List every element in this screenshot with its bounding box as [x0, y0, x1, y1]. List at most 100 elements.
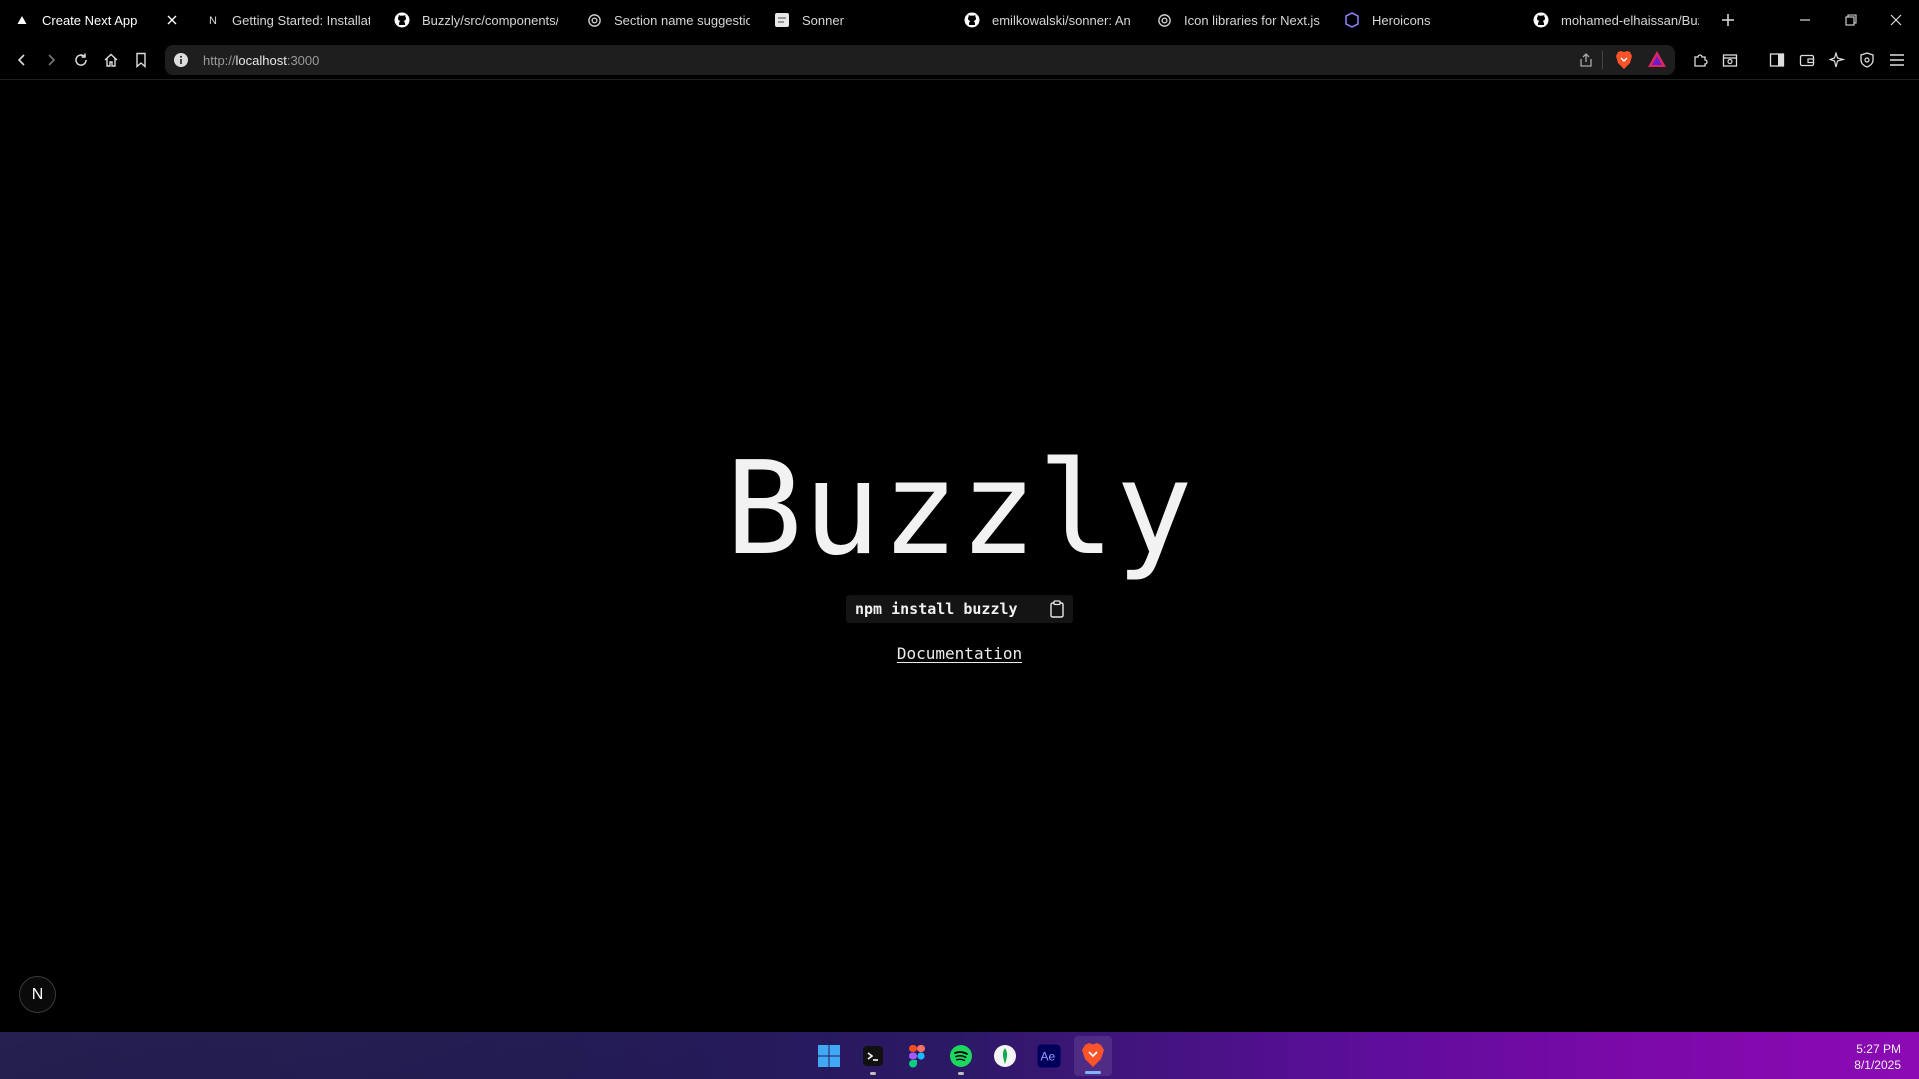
close-window-button[interactable]	[1884, 8, 1908, 32]
leo-ai-button[interactable]	[1825, 48, 1849, 72]
home-icon	[104, 53, 118, 67]
brave-shields-icon[interactable]	[1615, 50, 1633, 75]
omnibox-divider	[1602, 51, 1603, 69]
tab-icon-libraries[interactable]: Icon libraries for Next.js	[1156, 0, 1322, 40]
bookmark-button[interactable]	[129, 48, 153, 72]
chatgpt-icon	[586, 12, 602, 28]
page-title: Buzzly	[725, 435, 1194, 584]
sidebar-button[interactable]	[1765, 48, 1789, 72]
tab-sonner-github[interactable]: emilkowalski/sonner: An o	[964, 0, 1130, 40]
share-icon[interactable]	[1575, 49, 1597, 71]
nextjs-dev-tools-button[interactable]: N	[19, 976, 56, 1013]
spotify-app[interactable]	[947, 1042, 975, 1075]
close-tab-icon[interactable]	[164, 12, 180, 28]
tab-title: Sonner	[802, 12, 844, 28]
tab-create-next-app[interactable]: Create Next App	[14, 0, 182, 40]
url-port: :3000	[286, 53, 320, 68]
address-bar[interactable]: http://localhost:3000	[165, 45, 1675, 75]
documentation-link-wrapper: Documentation	[0, 644, 1919, 664]
tab-heroicons[interactable]: Heroicons	[1344, 0, 1510, 40]
back-button[interactable]	[10, 48, 34, 72]
wallet-icon	[1799, 54, 1815, 67]
clock-time: 5:27 PM	[1856, 1042, 1901, 1056]
clock-date: 8/1/2025	[1854, 1058, 1901, 1072]
tab-getting-started[interactable]: N Getting Started: Installatio	[206, 0, 370, 40]
close-icon	[1890, 14, 1902, 26]
reload-button[interactable]	[69, 48, 93, 72]
brave-app[interactable]	[1074, 1036, 1112, 1076]
tab-search-icon	[1722, 54, 1738, 67]
github-icon	[1533, 12, 1549, 28]
hamburger-menu-icon	[1890, 54, 1904, 66]
svg-text:N: N	[209, 15, 217, 26]
restore-button[interactable]	[1839, 8, 1863, 32]
forward-arrow-icon	[48, 54, 56, 66]
nextjs-triangle-icon	[14, 12, 30, 28]
browser-toolbar: http://localhost:3000	[0, 40, 1919, 80]
extensions-button[interactable]	[1688, 48, 1712, 72]
tab-title: Section name suggestion	[614, 12, 750, 28]
windows-start-icon	[818, 1045, 840, 1067]
tab-sonner[interactable]: Sonner	[774, 0, 938, 40]
install-command-box: npm install buzzly	[846, 595, 1073, 623]
plus-icon	[1722, 14, 1734, 26]
github-icon	[394, 12, 410, 28]
tab-section-name[interactable]: Section name suggestion	[586, 0, 750, 40]
menu-button[interactable]	[1885, 48, 1909, 72]
sonner-icon	[774, 12, 790, 28]
reload-icon	[75, 53, 87, 66]
tab-buzzly-github[interactable]: Buzzly/src/components/W	[394, 0, 558, 40]
figma-app[interactable]	[903, 1042, 931, 1070]
spotify-icon	[950, 1045, 972, 1067]
minimize-button[interactable]	[1793, 8, 1817, 32]
back-arrow-icon	[17, 54, 25, 66]
terminal-app[interactable]	[859, 1042, 887, 1075]
chatgpt-icon	[1156, 12, 1172, 28]
site-info-icon[interactable]	[173, 52, 189, 68]
terminal-icon	[863, 1046, 883, 1066]
next-badge-letter: N	[31, 985, 44, 1003]
url-text[interactable]: http://localhost:3000	[203, 53, 319, 68]
wallet-button[interactable]	[1795, 48, 1819, 72]
tab-search-button[interactable]	[1718, 48, 1742, 72]
tab-title: Create Next App	[42, 12, 138, 28]
tab-buzzly-repo[interactable]: mohamed-elhaissan/Buzz	[1533, 0, 1699, 40]
windows-taskbar: Ae	[0, 1032, 1919, 1079]
vpn-button[interactable]	[1855, 48, 1879, 72]
running-indicator	[958, 1072, 964, 1075]
active-app-indicator	[1085, 1071, 1101, 1074]
brave-rewards-icon[interactable]	[1647, 50, 1667, 73]
install-command-text: npm install buzzly	[855, 600, 1018, 618]
mongodb-compass-app[interactable]	[991, 1042, 1019, 1070]
minimize-icon	[1800, 19, 1810, 21]
bookmark-icon	[136, 52, 146, 68]
forward-button[interactable]	[39, 48, 63, 72]
brave-icon	[1081, 1042, 1105, 1073]
tab-title: Getting Started: Installatio	[232, 12, 370, 28]
shield-icon	[1860, 52, 1874, 68]
clipboard-icon	[1050, 600, 1064, 618]
tab-title: Buzzly/src/components/W	[422, 12, 558, 28]
puzzle-icon	[1694, 54, 1708, 67]
copy-button[interactable]	[1048, 600, 1066, 618]
tab-title: Icon libraries for Next.js	[1184, 12, 1320, 28]
url-host: localhost	[235, 53, 287, 68]
figma-icon	[909, 1045, 925, 1068]
tab-title: emilkowalski/sonner: An o	[992, 12, 1130, 28]
heroicons-icon	[1344, 12, 1360, 28]
documentation-link[interactable]: Documentation	[897, 644, 1022, 663]
ae-label: Ae	[1041, 1050, 1056, 1064]
sparkle-icon	[1829, 52, 1845, 68]
after-effects-icon: Ae	[1037, 1044, 1061, 1068]
windows-start-button[interactable]	[815, 1042, 843, 1070]
after-effects-app[interactable]: Ae	[1035, 1042, 1063, 1070]
restore-icon	[1845, 14, 1857, 26]
mongodb-compass-icon	[994, 1045, 1016, 1067]
home-button[interactable]	[99, 48, 123, 72]
tab-title: mohamed-elhaissan/Buzz	[1561, 12, 1699, 28]
github-icon	[964, 12, 980, 28]
tab-strip: Create Next App N Getting Started: Insta…	[0, 0, 1919, 40]
running-indicator	[870, 1072, 876, 1075]
new-tab-button[interactable]	[1716, 8, 1740, 32]
system-clock[interactable]: 5:27 PM 8/1/2025	[1854, 1041, 1901, 1073]
